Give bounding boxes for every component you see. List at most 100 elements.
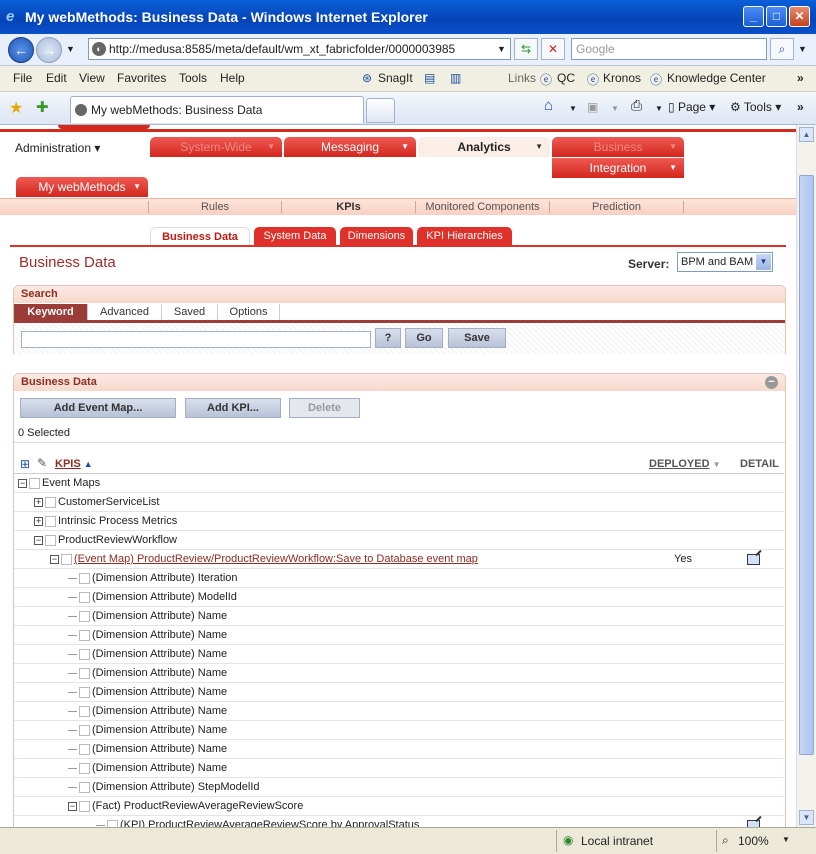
scroll-thumb[interactable] [799,175,814,755]
kpis-column-header[interactable]: KPIS ▲ [55,458,93,470]
tree-row[interactable]: (Dimension Attribute) StepModelId [14,778,784,797]
back-button[interactable]: ← [8,37,34,63]
collapse-node-icon[interactable]: − [18,478,27,488]
add-favorite-icon[interactable]: ✚ [36,98,49,116]
tree-row[interactable]: (Dimension Attribute) Name [14,645,784,664]
subnav-kpis[interactable]: KPIs [282,201,416,213]
tree-row[interactable]: − Event Maps [14,474,784,493]
tree-row[interactable]: (Dimension Attribute) Name [14,626,784,645]
chevron-down-icon[interactable]: ▼ [655,104,663,113]
tree-row[interactable]: (Dimension Attribute) Name [14,702,784,721]
tools-menu[interactable]: ⚙ Tools ▾ [730,100,781,114]
search-tab-saved[interactable]: Saved [162,304,218,321]
row-checkbox[interactable] [79,781,90,793]
nav-integration[interactable]: Integration ▼ [552,158,684,178]
menu-help[interactable]: Help [220,71,245,85]
nav-my-webmethods[interactable]: My webMethods ▼ [16,177,148,197]
deployed-column-header[interactable]: DEPLOYED ▼ [649,458,721,470]
tools-icon[interactable]: ✎ [37,456,47,470]
home-icon[interactable]: ⌂ [544,97,553,114]
nav-analytics[interactable]: Analytics ▼ [418,137,550,157]
url-dropdown-icon[interactable]: ▼ [497,44,506,54]
row-checkbox[interactable] [79,572,90,584]
page-menu[interactable]: ▯ Page ▾ [668,100,715,114]
expand-icon[interactable]: + [34,497,43,507]
edit-detail-icon[interactable] [747,554,760,565]
close-button[interactable]: ✕ [789,6,810,27]
add-kpi-button[interactable]: Add KPI... [185,398,281,418]
server-select[interactable]: BPM and BAM ▼ [677,252,773,272]
stop-button[interactable]: ✕ [541,38,565,60]
search-help-button[interactable]: ? [375,328,401,348]
chevron-right-icon[interactable]: » [797,100,804,114]
link-knowledge-center[interactable]: Knowledge Center [667,71,766,85]
collapse-icon[interactable]: − [765,376,778,389]
search-tab-advanced[interactable]: Advanced [88,304,162,321]
row-checkbox[interactable] [79,800,90,812]
refresh-button[interactable]: ⇆ [514,38,538,60]
tree-row[interactable]: (Dimension Attribute) Iteration [14,569,784,588]
row-checkbox[interactable] [45,515,56,527]
collapse-node-icon[interactable]: − [50,554,59,564]
collapse-node-icon[interactable]: − [68,801,77,811]
tree-row[interactable]: (Dimension Attribute) Name [14,740,784,759]
menu-file[interactable]: File [13,71,32,85]
search-icon[interactable]: ⌕ [770,38,794,60]
favorites-star-icon[interactable]: ★ [9,98,23,118]
tree-row[interactable]: (Dimension Attribute) Name [14,607,784,626]
tree-row[interactable]: (KPI) ProductReviewAverageReviewScore by… [14,816,784,827]
nav-messaging[interactable]: Messaging ▼ [284,137,416,157]
tree-row[interactable]: − (Event Map) ProductReview/ProductReview… [14,550,784,569]
nav-system-wide[interactable]: System-Wide ▼ [150,137,282,157]
chevron-down-icon[interactable]: ▼ [569,104,577,113]
snagit-button[interactable]: SnagIt [378,71,413,85]
delete-button[interactable]: Delete [289,398,360,418]
tree-node-label[interactable]: (Event Map) ProductReview/ProductReviewW… [74,553,478,565]
tree-row[interactable]: (Dimension Attribute) Name [14,683,784,702]
capture-icon[interactable]: ▤ [424,71,435,85]
url-field[interactable]: ◐ http://medusa:8585/meta/default/wm_xt_f… [88,38,511,60]
expand-icon[interactable]: + [34,516,43,526]
subnav-prediction[interactable]: Prediction [550,201,684,213]
row-checkbox[interactable] [79,591,90,603]
forward-button[interactable]: → [36,37,62,63]
row-checkbox[interactable] [79,610,90,622]
row-checkbox[interactable] [79,648,90,660]
menu-view[interactable]: View [79,71,105,85]
tree-row[interactable]: − ProductReviewWorkflow [14,531,784,550]
tree-row[interactable]: − (Fact) ProductReviewAverageReviewScore [14,797,784,816]
maximize-button[interactable]: □ [766,6,787,27]
chevron-right-icon[interactable]: » [797,71,804,85]
menu-tools[interactable]: Tools [179,71,207,85]
tree-row[interactable]: (Dimension Attribute) Name [14,664,784,683]
tree-row[interactable]: + CustomerServiceList [14,493,784,512]
minimize-button[interactable]: _ [743,6,764,27]
row-checkbox[interactable] [79,743,90,755]
link-qc[interactable]: QC [557,71,575,85]
go-button[interactable]: Go [405,328,443,348]
search-tab-options[interactable]: Options [218,304,280,321]
expand-all-icon[interactable]: ⊞ [20,457,30,471]
row-checkbox[interactable] [79,705,90,717]
tab-kpi-hierarchies[interactable]: KPI Hierarchies [417,227,512,246]
tree-row[interactable]: (Dimension Attribute) Name [14,721,784,740]
capture-settings-icon[interactable]: ▥ [450,71,461,85]
row-checkbox[interactable] [45,496,56,508]
row-checkbox[interactable] [79,667,90,679]
administration-menu[interactable]: Administration ▾ [15,141,100,155]
row-checkbox[interactable] [29,477,40,489]
tree-row[interactable]: (Dimension Attribute) Name [14,759,784,778]
tree-row[interactable]: (Dimension Attribute) ModelId [14,588,784,607]
scroll-up-icon[interactable]: ▲ [799,127,814,142]
edit-detail-icon[interactable] [747,820,760,827]
row-checkbox[interactable] [45,534,56,546]
row-checkbox[interactable] [107,819,118,827]
feeds-icon[interactable]: ▣ [587,100,598,114]
add-event-map-button[interactable]: Add Event Map... [20,398,176,418]
chevron-down-icon[interactable]: ▼ [782,835,790,844]
zoom-level[interactable]: 100% [738,834,769,848]
search-tab-keyword[interactable]: Keyword [14,304,88,321]
row-checkbox[interactable] [79,762,90,774]
save-search-button[interactable]: Save [448,328,506,348]
row-checkbox[interactable] [79,686,90,698]
